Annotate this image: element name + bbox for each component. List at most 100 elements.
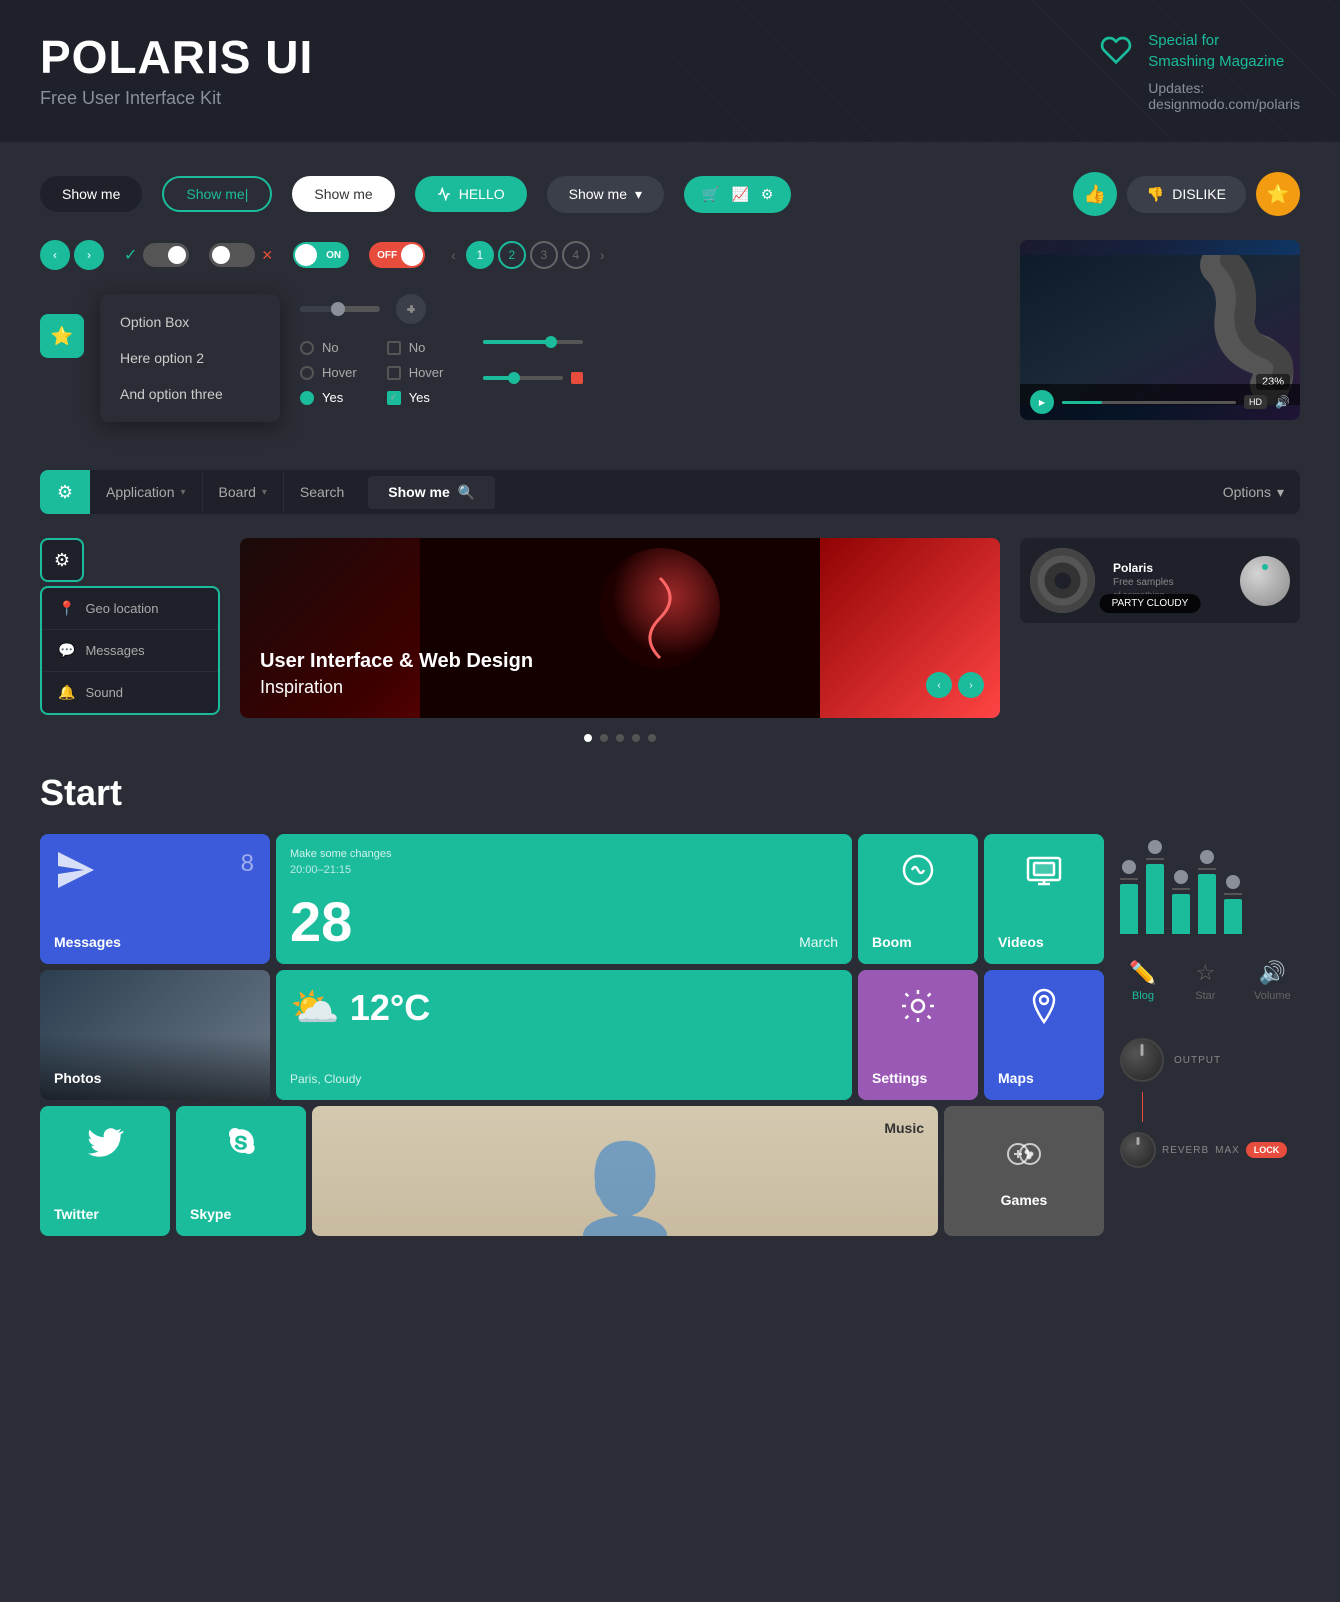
show-me-dropdown-btn[interactable]: Show me ▾ bbox=[547, 176, 664, 213]
volume-icon[interactable]: 🔊 bbox=[1275, 395, 1290, 409]
reverb-row: REVERB MAX LOCK bbox=[1120, 1132, 1300, 1168]
carousel-prev[interactable]: ‹ bbox=[926, 672, 952, 698]
star-option-btn[interactable]: ⭐ bbox=[40, 314, 84, 358]
photos-label: Photos bbox=[54, 1070, 256, 1086]
page-1[interactable]: 1 bbox=[466, 241, 494, 269]
reverb-knob[interactable] bbox=[1120, 1132, 1156, 1168]
dot-5[interactable] bbox=[648, 734, 656, 742]
hello-btn[interactable]: HELLO bbox=[415, 176, 527, 212]
nav-board[interactable]: Board ▾ bbox=[203, 472, 284, 512]
hd-badge: HD bbox=[1244, 395, 1267, 409]
knob-indicator bbox=[1262, 564, 1268, 570]
eq-knob-3[interactable] bbox=[1174, 870, 1188, 884]
eq-knob-5[interactable] bbox=[1226, 875, 1240, 889]
controls-video-row: ‹ › ✓ ✕ ON bbox=[40, 240, 1300, 446]
next-page[interactable]: › bbox=[594, 247, 611, 263]
toggle-pill-2[interactable] bbox=[209, 243, 255, 267]
play-btn[interactable]: ▶ bbox=[1030, 390, 1054, 414]
tile-weather[interactable]: ⛅ 12°C Paris, Cloudy bbox=[276, 970, 852, 1100]
navbar: ⚙ Application ▾ Board ▾ Search Show me 🔍… bbox=[40, 470, 1300, 514]
prev-arrow[interactable]: ‹ bbox=[40, 240, 70, 270]
dot-2[interactable] bbox=[600, 734, 608, 742]
header-right: Special for Smashing Magazine Updates: d… bbox=[1100, 30, 1300, 112]
middle-section: ⭐ Option Box Here option 2 And option th… bbox=[40, 294, 1000, 422]
icon-group-btn[interactable]: 🛒 📈 ⚙ bbox=[684, 176, 791, 213]
carousel-next[interactable]: › bbox=[958, 672, 984, 698]
star-btn-top[interactable]: ⭐ bbox=[1256, 172, 1300, 216]
radio-circle-no bbox=[300, 341, 314, 355]
icon-star[interactable]: ☆ Star bbox=[1195, 960, 1215, 1002]
dropdown-item-2[interactable]: Here option 2 bbox=[100, 340, 280, 376]
page-4[interactable]: 4 bbox=[562, 241, 590, 269]
volume-knob[interactable] bbox=[1240, 556, 1290, 606]
nav-search[interactable]: Search bbox=[284, 472, 360, 512]
cal-info: Make some changes bbox=[290, 848, 838, 860]
nav-options[interactable]: Options ▾ bbox=[1207, 472, 1300, 513]
tile-photos[interactable]: Photos bbox=[40, 970, 270, 1100]
sidebar-item-messages[interactable]: 💬 Messages bbox=[42, 630, 218, 672]
radio-hover-1[interactable]: Hover bbox=[300, 365, 357, 380]
like-btn[interactable]: 👍 bbox=[1073, 172, 1117, 216]
dropdown-item-1[interactable]: Option Box bbox=[100, 304, 280, 340]
eq-knob-1[interactable] bbox=[1122, 860, 1136, 874]
show-me-btn-1[interactable]: Show me bbox=[40, 176, 142, 212]
eq-knob-4[interactable] bbox=[1200, 850, 1214, 864]
check-yes-2[interactable]: ✓ Yes bbox=[387, 390, 444, 405]
nav-showme-btn[interactable]: Show me 🔍 bbox=[368, 476, 495, 509]
output-knob[interactable] bbox=[1120, 1038, 1164, 1082]
tile-twitter[interactable]: Twitter bbox=[40, 1106, 170, 1236]
weather-temp: 12°C bbox=[350, 987, 430, 1029]
toggle-on[interactable]: ON bbox=[293, 242, 349, 268]
thumbs-down-icon: 👎 bbox=[1147, 186, 1164, 203]
teal-slider-1[interactable] bbox=[483, 340, 583, 344]
dropdown-item-3[interactable]: And option three bbox=[100, 376, 280, 412]
h-slider-1[interactable] bbox=[300, 306, 380, 312]
radio-no-1[interactable]: No bbox=[300, 340, 357, 355]
tile-games[interactable]: Games bbox=[944, 1106, 1104, 1236]
prev-page[interactable]: ‹ bbox=[445, 247, 462, 263]
tile-boom[interactable]: Boom bbox=[858, 834, 978, 964]
dot-4[interactable] bbox=[632, 734, 640, 742]
toggle-pill-1[interactable] bbox=[143, 243, 189, 267]
dislike-btn[interactable]: 👎 DISLIKE bbox=[1127, 176, 1246, 213]
tiles-grid: 8 Messages Make some changes 20:00–21:15… bbox=[40, 834, 1104, 1236]
max-label: MAX bbox=[1215, 1145, 1240, 1156]
geo-icon: 📍 bbox=[58, 600, 75, 617]
radio-yes-1[interactable]: Yes bbox=[300, 390, 357, 405]
next-arrow[interactable]: › bbox=[74, 240, 104, 270]
equalizer bbox=[1120, 834, 1300, 934]
page-3[interactable]: 3 bbox=[530, 241, 558, 269]
show-me-btn-2[interactable]: Show me| bbox=[162, 176, 272, 212]
check-hover-2[interactable]: Hover bbox=[387, 365, 444, 380]
sidebar-item-geo[interactable]: 📍 Geo location bbox=[42, 588, 218, 630]
page-2[interactable]: 2 bbox=[498, 241, 526, 269]
eq-fill-3 bbox=[1172, 894, 1190, 934]
tile-videos[interactable]: Videos bbox=[984, 834, 1104, 964]
nav-application[interactable]: Application ▾ bbox=[90, 472, 203, 512]
tile-skype[interactable]: Skype bbox=[176, 1106, 306, 1236]
video-progress[interactable] bbox=[1062, 401, 1236, 404]
sidebar-item-sound[interactable]: 🔔 Sound bbox=[42, 672, 218, 713]
icon-volume[interactable]: 🔊 Volume bbox=[1254, 960, 1291, 1002]
radio-circle-yes bbox=[300, 391, 314, 405]
show-me-btn-3[interactable]: Show me bbox=[292, 176, 394, 212]
tile-maps[interactable]: Maps bbox=[984, 970, 1104, 1100]
tile-calendar[interactable]: Make some changes 20:00–21:15 28 March bbox=[276, 834, 852, 964]
tiles-container: 8 Messages Make some changes 20:00–21:15… bbox=[40, 834, 1300, 1236]
tile-settings[interactable]: Settings bbox=[858, 970, 978, 1100]
knobs-section: OUTPUT REVERB MAX LOCK bbox=[1120, 1038, 1300, 1168]
teal-slider-2[interactable] bbox=[483, 376, 563, 380]
circle-slider[interactable] bbox=[396, 294, 426, 324]
eq-knob-2[interactable] bbox=[1148, 840, 1162, 854]
gear-icon: ⚙ bbox=[761, 186, 774, 203]
dot-1[interactable] bbox=[584, 734, 592, 742]
videos-label: Videos bbox=[998, 934, 1090, 950]
check-no-2[interactable]: No bbox=[387, 340, 444, 355]
nav-gear-btn[interactable]: ⚙ bbox=[40, 470, 90, 514]
tile-messages[interactable]: 8 Messages bbox=[40, 834, 270, 964]
icon-blog[interactable]: ✏️ Blog bbox=[1129, 960, 1156, 1002]
toggle-off[interactable]: OFF bbox=[369, 242, 425, 268]
sidebar-gear-btn[interactable]: ⚙ bbox=[40, 538, 84, 582]
dot-3[interactable] bbox=[616, 734, 624, 742]
tile-music[interactable]: Music 👤 bbox=[312, 1106, 938, 1236]
